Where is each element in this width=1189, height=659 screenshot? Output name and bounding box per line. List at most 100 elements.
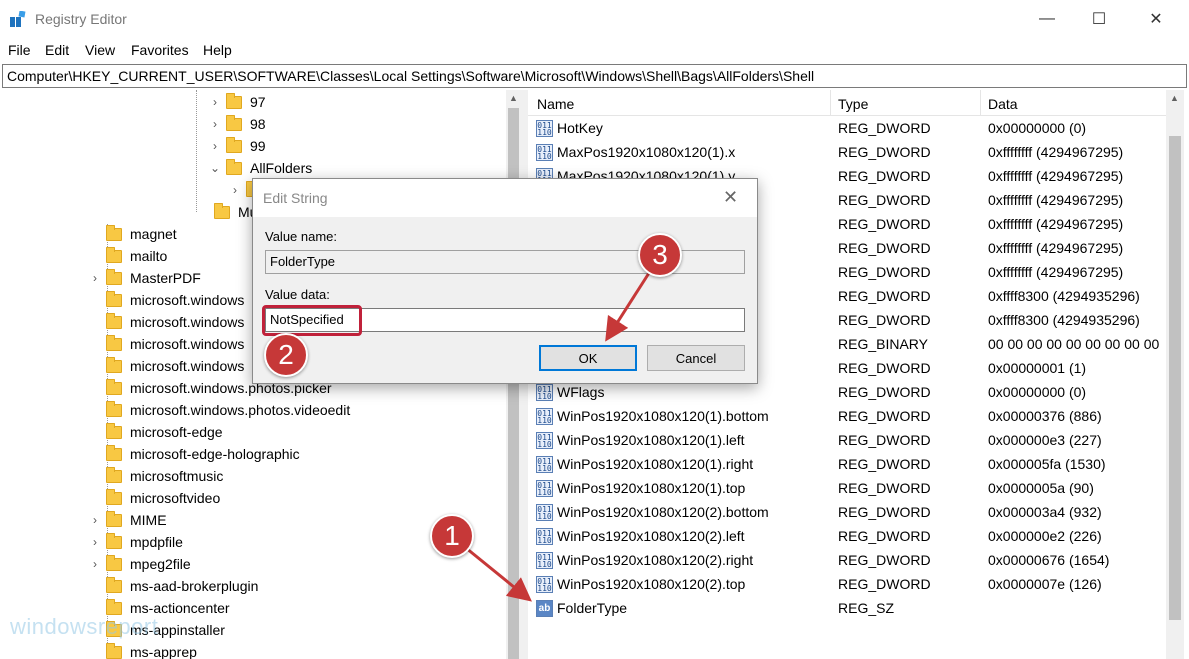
value-data-cell: 0xffffffff (4294967295)	[988, 216, 1124, 232]
tree-item-99[interactable]: › 99	[208, 135, 266, 157]
list-row[interactable]: 011 110 MaxPos1920x1080x120(1).x REG_DWORD…	[528, 141, 1168, 165]
expand-icon[interactable]: ›	[208, 95, 222, 109]
expand-icon[interactable]: ›	[88, 557, 102, 571]
tree-item[interactable]: microsoft.windows	[88, 289, 244, 311]
title-bar: Registry Editor — ☐ ✕	[0, 0, 1189, 38]
expand-icon[interactable]: ›	[228, 183, 242, 197]
value-type-cell: REG_DWORD	[838, 312, 931, 328]
tree-item-allfolders[interactable]: ⌄ AllFolders	[208, 157, 312, 179]
binary-value-icon: 011 110	[536, 552, 553, 569]
value-type-cell: REG_DWORD	[838, 528, 931, 544]
binary-value-icon: 011 110	[536, 408, 553, 425]
folder-icon	[106, 510, 122, 527]
scroll-up-icon[interactable]: ▲	[506, 90, 521, 106]
menu-favorites[interactable]: Favorites	[131, 42, 189, 58]
value-data-cell: 0xffffffff (4294967295)	[988, 144, 1124, 160]
binary-value-icon: 011 110	[536, 384, 553, 401]
tree-item[interactable]: ms-aad-brokerplugin	[88, 575, 258, 597]
expand-icon[interactable]: ›	[208, 117, 222, 131]
folder-icon	[226, 92, 242, 109]
value-data-label: Value data:	[265, 287, 330, 302]
tree-item-mu[interactable]: Mu	[196, 201, 257, 223]
folder-icon	[106, 400, 122, 417]
tree-item[interactable]: microsoft.windows	[88, 311, 244, 333]
tree-item[interactable]: › mpdpfile	[88, 531, 183, 553]
tree-item[interactable]: microsoft.windows	[88, 333, 244, 355]
list-scrollbar[interactable]: ▲	[1166, 90, 1184, 659]
folder-icon	[106, 312, 122, 329]
folder-icon	[106, 488, 122, 505]
list-row[interactable]: 011 110 WinPos1920x1080x120(2).bottom REG_…	[528, 501, 1168, 525]
value-type-cell: REG_SZ	[838, 600, 895, 616]
expand-icon[interactable]: ›	[88, 535, 102, 549]
tree-item[interactable]: mailto	[88, 245, 167, 267]
tree-item[interactable]: microsoft-edge-holographic	[88, 443, 300, 465]
value-type-cell: REG_DWORD	[838, 192, 931, 208]
tree-item-98[interactable]: › 98	[208, 113, 266, 135]
value-data-cell: 0xffffffff (4294967295)	[988, 240, 1124, 256]
value-data-cell: 0xffffffff (4294967295)	[988, 192, 1124, 208]
tree-item[interactable]: microsoft-edge	[88, 421, 223, 443]
cancel-button[interactable]: Cancel	[647, 345, 745, 371]
list-row[interactable]: 011 110 WinPos1920x1080x120(1).bottom REG_…	[528, 405, 1168, 429]
column-divider[interactable]	[980, 90, 981, 116]
column-divider[interactable]	[830, 90, 831, 116]
ok-button[interactable]: OK	[539, 345, 637, 371]
expand-icon[interactable]: ›	[208, 139, 222, 153]
tree-item[interactable]: microsoftvideo	[88, 487, 220, 509]
tree-item[interactable]: microsoft.windows	[88, 355, 244, 377]
value-data-cell: 0x00000676 (1654)	[988, 552, 1110, 568]
value-type-cell: REG_DWORD	[838, 360, 931, 376]
tree-item[interactable]: › MIME	[88, 509, 167, 531]
list-row[interactable]: 011 110 HotKey REG_DWORD 0x00000000 (0)	[528, 117, 1168, 141]
expand-icon[interactable]: ›	[88, 513, 102, 527]
value-type-cell: REG_DWORD	[838, 120, 931, 136]
maximize-button[interactable]: ☐	[1076, 0, 1122, 38]
tree-item[interactable]: microsoft.windows.photos.videoedit	[88, 399, 350, 421]
list-row[interactable]: 011 110 WinPos1920x1080x120(2).right REG_D…	[528, 549, 1168, 573]
scroll-up-icon[interactable]: ▲	[1167, 90, 1182, 106]
expand-icon[interactable]: ›	[88, 271, 102, 285]
binary-value-icon: 011 110	[536, 456, 553, 473]
value-name-label: Value name:	[265, 229, 338, 244]
tree-item[interactable]: microsoftmusic	[88, 465, 223, 487]
menu-help[interactable]: Help	[203, 42, 232, 58]
minimize-button[interactable]: —	[1024, 0, 1070, 38]
close-button[interactable]: ✕	[1133, 0, 1179, 38]
column-data-header[interactable]: Data	[988, 96, 1018, 112]
value-name-cell: MaxPos1920x1080x120(1).x	[557, 144, 736, 160]
value-data-cell: 0xffff8300 (4294935296)	[988, 312, 1140, 328]
list-row[interactable]: 011 110 WinPos1920x1080x120(2).top REG_DWO…	[528, 573, 1168, 597]
folder-icon	[106, 334, 122, 351]
value-data-cell: 0x00000000 (0)	[988, 120, 1087, 136]
list-row[interactable]: 011 110 WinPos1920x1080x120(1).left REG_DW…	[528, 429, 1168, 453]
column-type-header[interactable]: Type	[838, 96, 868, 112]
tree-item[interactable]: › MasterPDF	[88, 267, 201, 289]
menu-view[interactable]: View	[85, 42, 115, 58]
list-row[interactable]: 011 110 WinPos1920x1080x120(2).left REG_DW…	[528, 525, 1168, 549]
list-row[interactable]: ab FolderType REG_SZ	[528, 597, 1168, 621]
collapse-icon[interactable]: ⌄	[208, 161, 222, 175]
list-row[interactable]: 011 110 WinPos1920x1080x120(1).right REG_D…	[528, 453, 1168, 477]
folder-icon	[106, 598, 122, 615]
folder-icon	[106, 466, 122, 483]
column-name-header[interactable]: Name	[537, 96, 574, 112]
tree-guide-line	[196, 90, 197, 212]
tree-item-97[interactable]: › 97	[208, 91, 266, 113]
tree-item-label: MIME	[130, 512, 167, 528]
tree-item[interactable]: magnet	[88, 223, 177, 245]
menu-edit[interactable]: Edit	[45, 42, 69, 58]
value-data-cell: 0x000000e3 (227)	[988, 432, 1102, 448]
value-data-highlight	[262, 305, 362, 336]
folder-icon	[106, 642, 122, 659]
tree-item[interactable]: › mpeg2file	[88, 553, 191, 575]
list-row[interactable]: 011 110 WFlags REG_DWORD 0x00000000 (0)	[528, 381, 1168, 405]
value-data-cell: 00 00 00 00 00 00 00 00 00	[988, 336, 1160, 352]
dialog-close-icon[interactable]: ✕	[723, 187, 738, 208]
address-bar[interactable]: Computer\HKEY_CURRENT_USER\SOFTWARE\Clas…	[2, 64, 1187, 88]
scroll-thumb[interactable]	[1169, 136, 1181, 620]
tree-item-label: microsoft.windows	[130, 336, 245, 352]
menu-file[interactable]: File	[8, 42, 31, 58]
tree-item[interactable]: ms-apprep	[88, 641, 197, 659]
list-row[interactable]: 011 110 WinPos1920x1080x120(1).top REG_DWO…	[528, 477, 1168, 501]
